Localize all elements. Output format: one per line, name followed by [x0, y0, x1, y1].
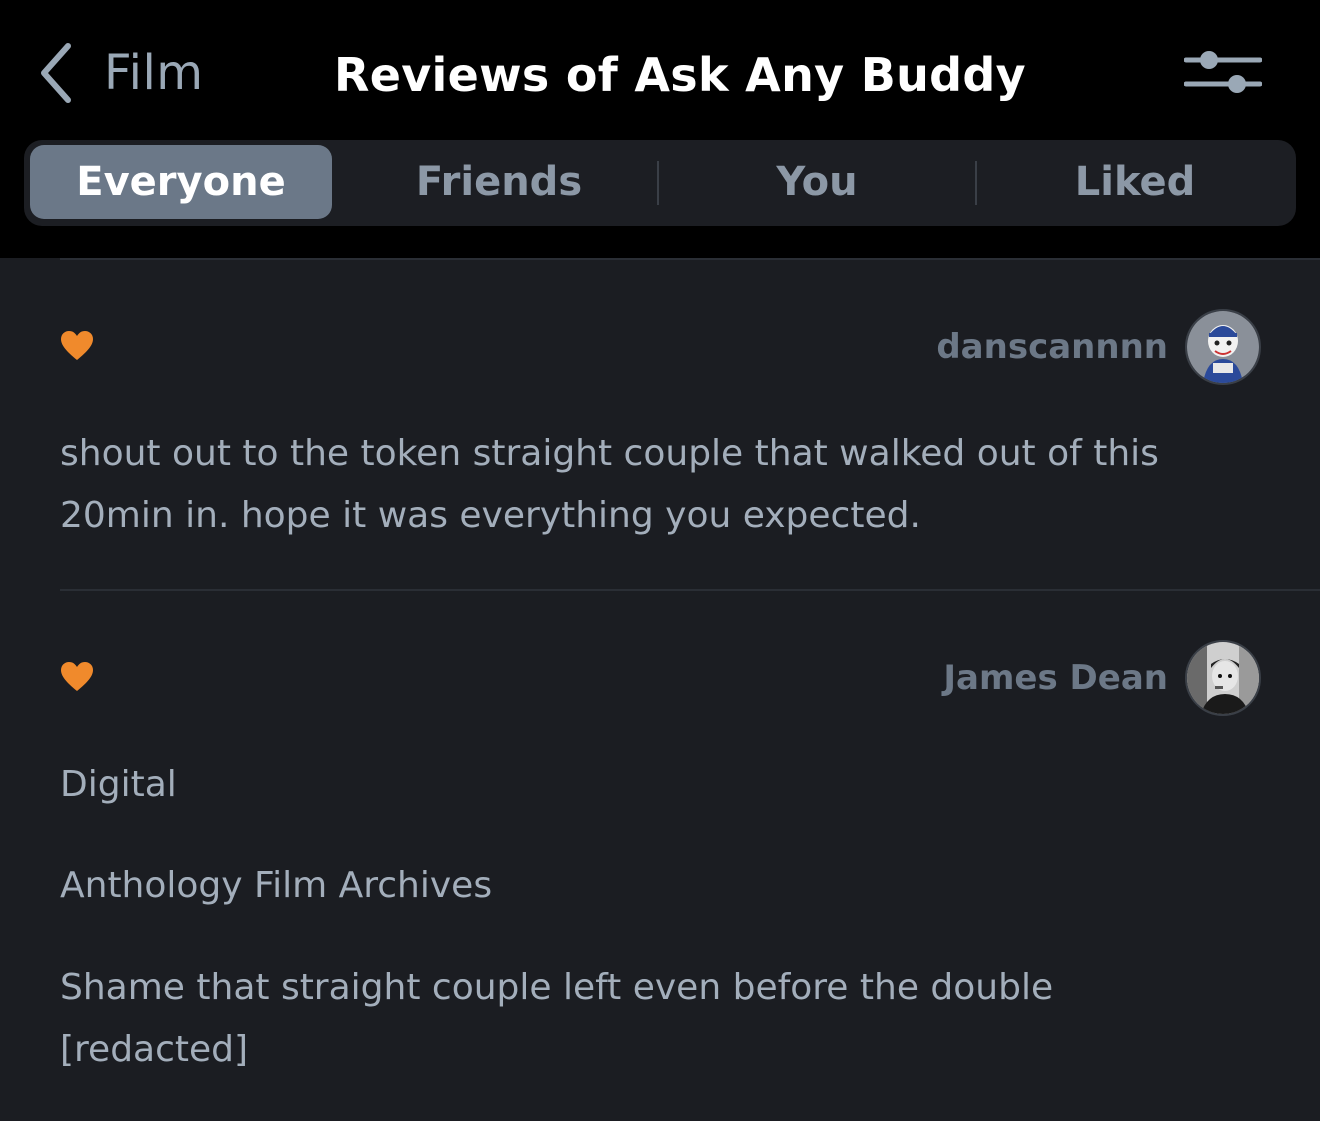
- back-label: Film: [104, 45, 204, 101]
- divider: [60, 589, 1320, 591]
- tab-friends[interactable]: Friends: [348, 145, 650, 219]
- filter-button[interactable]: [1184, 46, 1262, 98]
- review-text: Anthology Film Archives: [60, 865, 493, 906]
- divider: [60, 258, 1320, 260]
- reviews-list: danscannnn shout out to the token straig…: [0, 258, 1320, 1121]
- review-text: Digital: [60, 764, 177, 805]
- review-author[interactable]: danscannnn: [936, 322, 1168, 372]
- review-author[interactable]: James Dean: [943, 653, 1168, 703]
- review-text: shout out to the token straight couple t…: [60, 433, 1159, 536]
- chevron-left-icon: [41, 43, 71, 103]
- tab-divider: [657, 161, 659, 205]
- tab-everyone[interactable]: Everyone: [30, 145, 332, 219]
- tab-you[interactable]: You: [666, 145, 968, 219]
- page-title: Reviews of Ask Any Buddy: [334, 48, 1026, 102]
- heart-icon: [60, 661, 94, 693]
- review-text: Shame that straight couple left even bef…: [60, 967, 1054, 1070]
- sliders-icon: [1184, 51, 1262, 93]
- tab-liked[interactable]: Liked: [984, 145, 1286, 219]
- review-filter-tabs: Everyone Friends You Liked: [24, 140, 1296, 226]
- tab-divider: [975, 161, 977, 205]
- avatar[interactable]: [1185, 309, 1261, 385]
- back-button[interactable]: Film: [36, 38, 204, 108]
- avatar[interactable]: [1185, 640, 1261, 716]
- top-bar: Film Reviews of Ask Any Buddy Everyone F…: [0, 0, 1320, 258]
- heart-icon: [60, 330, 94, 362]
